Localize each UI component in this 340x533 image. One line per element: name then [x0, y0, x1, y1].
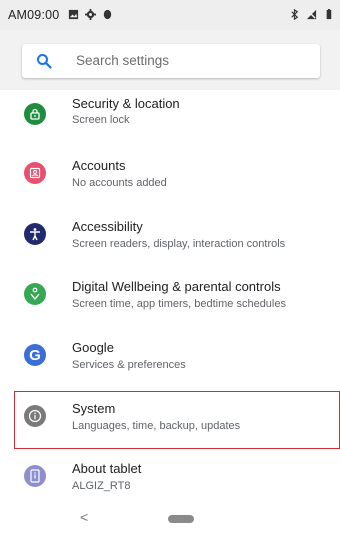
- settings-item-security[interactable]: Security & location Screen lock: [0, 90, 340, 148]
- settings-item-digital-wellbeing[interactable]: Digital Wellbeing & parental controls Sc…: [0, 271, 340, 329]
- no-signal-icon: [306, 9, 317, 20]
- search-area: Search settings: [0, 30, 340, 90]
- status-bar: AM09:00: [0, 0, 340, 30]
- shield-icon: [103, 9, 112, 20]
- settings-item-title: Security & location: [72, 96, 180, 111]
- settings-item-title: Accounts: [72, 158, 126, 173]
- account-icon: [24, 162, 46, 184]
- back-button[interactable]: <: [80, 509, 88, 525]
- search-bar[interactable]: Search settings: [22, 44, 320, 78]
- selection-highlight: [14, 391, 340, 449]
- settings-item-subtitle: No accounts added: [72, 177, 167, 189]
- settings-item-accounts[interactable]: Accounts No accounts added: [0, 150, 340, 208]
- image-icon: [68, 9, 79, 20]
- settings-item-about-tablet[interactable]: About tablet ALGIZ_RT8: [0, 453, 340, 511]
- search-input[interactable]: Search settings: [76, 53, 169, 68]
- settings-item-subtitle: Screen lock: [72, 114, 130, 126]
- navigation-bar: <: [0, 505, 340, 533]
- google-icon: G: [24, 344, 46, 366]
- settings-item-subtitle: Screen time, app timers, bedtime schedul…: [72, 298, 286, 310]
- lock-icon: [24, 103, 46, 125]
- settings-item-subtitle: Services & preferences: [72, 359, 186, 371]
- home-button[interactable]: [168, 515, 194, 523]
- settings-item-accessibility[interactable]: Accessibility Screen readers, display, i…: [0, 211, 340, 269]
- settings-item-title: About tablet: [72, 461, 142, 476]
- settings-item-google[interactable]: G Google Services & preferences: [0, 332, 340, 390]
- status-time: AM09:00: [8, 8, 60, 22]
- settings-item-title: Google: [72, 340, 114, 355]
- settings-item-title: Digital Wellbeing & parental controls: [72, 279, 281, 294]
- settings-item-title: Accessibility: [72, 219, 143, 234]
- wellbeing-icon: [24, 283, 46, 305]
- bluetooth-icon: [291, 9, 299, 20]
- tablet-icon: [24, 465, 46, 487]
- accessibility-icon: [24, 223, 46, 245]
- battery-icon: [326, 9, 332, 20]
- search-icon: [37, 54, 52, 69]
- settings-item-subtitle: Screen readers, display, interaction con…: [72, 238, 286, 250]
- settings-item-subtitle: ALGIZ_RT8: [72, 480, 131, 492]
- gear-icon: [85, 9, 96, 20]
